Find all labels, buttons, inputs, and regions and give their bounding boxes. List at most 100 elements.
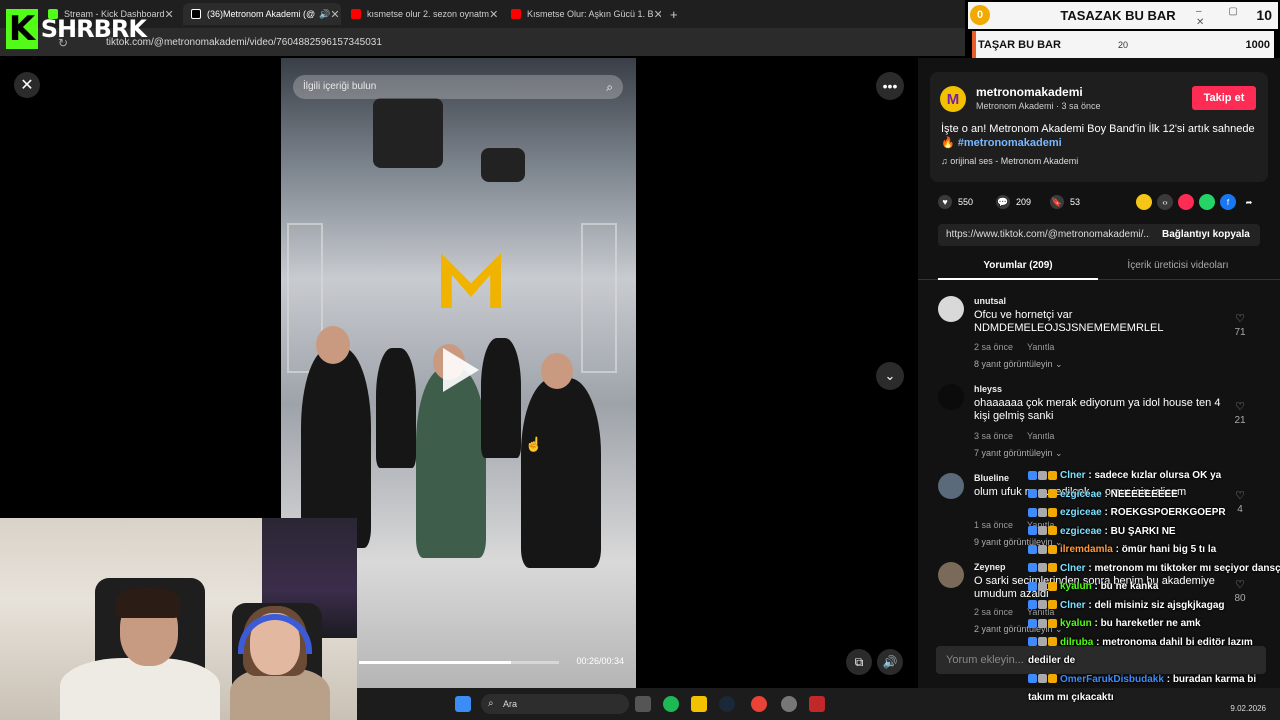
comment-like-button[interactable]: ♡ 21 [1230, 400, 1250, 426]
tab-close-icon[interactable]: ✕ [489, 8, 498, 21]
scoreboard-row: TAŞAR BU BAR 20 1000 [972, 31, 1274, 59]
chat-badges [1028, 637, 1057, 647]
chrome-icon[interactable] [751, 696, 767, 712]
like-button[interactable]: ♥ 550 [938, 195, 973, 209]
comment-user[interactable]: unutsal [974, 296, 1006, 306]
windows-start-icon[interactable] [455, 696, 471, 712]
badge-icon [1028, 526, 1037, 536]
file-explorer-icon[interactable] [691, 696, 707, 712]
embed-code-icon[interactable]: ‹› [1157, 194, 1173, 210]
pip-icon[interactable]: ⧉ [846, 649, 872, 675]
video-progress-fill [359, 661, 511, 664]
chat-message: ezgiceae : NEEEEEEEEE [1028, 489, 1178, 500]
share-send-icon[interactable] [1178, 194, 1194, 210]
copy-link-button[interactable]: Bağlantıyı kopyala [1162, 229, 1250, 240]
creator-name[interactable]: metronomakademi [976, 85, 1083, 99]
comment-time: 2 sa önce [974, 607, 1014, 617]
share-icon[interactable]: ➦ [1241, 194, 1257, 210]
comment-like-button[interactable]: ♡ 80 [1230, 578, 1250, 604]
related-search-input[interactable]: İlgili içeriği bulun ⌕ [293, 75, 623, 99]
chat-message: kyalun : bu hareketler ne amk [1028, 618, 1201, 629]
comment-button[interactable]: 💬 209 [996, 195, 1031, 209]
comment-meta: 3 sa önce Yanıtla [974, 431, 1068, 441]
obs-icon[interactable] [781, 696, 797, 712]
tab-close-icon[interactable]: ✕ [330, 8, 339, 21]
comment-input[interactable]: Yorum ekleyin... [936, 646, 1266, 674]
scoreboard-row-value: 1000 [1245, 39, 1270, 51]
scoreboard-value: 10 [1256, 7, 1272, 23]
app-icon[interactable] [809, 696, 825, 712]
chat-text: bu ne kanka [1100, 581, 1159, 592]
chat-username[interactable]: dilruba [1060, 637, 1093, 648]
chat-message: Clner : sadece kızlar olursa OK ya [1028, 470, 1221, 481]
comment-user[interactable]: Zeynep [974, 562, 1006, 572]
more-options-icon[interactable]: ••• [876, 72, 904, 100]
facebook-icon[interactable]: f [1220, 194, 1236, 210]
badge-icon [1038, 600, 1047, 610]
save-button[interactable]: 🔖 53 [1050, 195, 1080, 209]
badge-icon [1038, 674, 1047, 684]
play-icon[interactable] [443, 348, 479, 392]
chat-username[interactable]: kyalun [1060, 618, 1092, 629]
chat-username[interactable]: ezgiceae [1060, 526, 1102, 537]
comment-like-button[interactable]: ♡ 4 [1230, 489, 1250, 515]
follow-button[interactable]: Takip et [1192, 86, 1256, 110]
chat-text: ömür hani big 5 tı la [1121, 544, 1217, 555]
whatsapp-icon[interactable] [1199, 194, 1215, 210]
steam-icon[interactable] [719, 696, 735, 712]
chat-username[interactable]: kyalun [1060, 581, 1092, 592]
close-icon[interactable]: ✕ [14, 72, 40, 98]
tab-label: Kısmetse Olur: Aşkın Gücü 1. B [527, 9, 654, 19]
chat-username[interactable]: Clner [1060, 563, 1086, 574]
chat-separator: : [1093, 636, 1103, 648]
avatar[interactable] [938, 296, 964, 322]
reply-button[interactable]: Yanıtla [1027, 342, 1054, 352]
view-replies-button[interactable]: 8 yanıt görüntüleyin ⌄ [974, 359, 1063, 370]
comment-user[interactable]: hleyss [974, 384, 1002, 394]
tab-close-icon[interactable]: ✕ [654, 8, 661, 21]
view-replies-button[interactable]: 7 yanıt görüntüleyin ⌄ [974, 448, 1063, 459]
chat-username[interactable]: ezgiceae [1060, 489, 1102, 500]
hashtag-link[interactable]: #metronomakademi [958, 137, 1062, 149]
dancer [376, 348, 416, 468]
video-progress-bar[interactable] [359, 661, 559, 664]
spotify-icon[interactable] [663, 696, 679, 712]
chat-badges [1028, 581, 1057, 591]
chat-separator: : [1091, 581, 1101, 592]
heart-icon: ♥ [938, 195, 952, 209]
video-link[interactable]: https://www.tiktok.com/@metronomakademi/… [946, 229, 1150, 240]
task-view-icon[interactable] [635, 696, 651, 712]
badge-icon [1048, 470, 1057, 480]
volume-icon[interactable]: 🔊 [877, 649, 903, 675]
sound-link[interactable]: ♫ orijinal ses - Metronom Akademi [941, 156, 1078, 166]
search-icon[interactable]: ⌕ [606, 75, 613, 99]
tab-creator-videos[interactable]: İçerik üreticisi videoları [1098, 260, 1258, 271]
comment-like-button[interactable]: ♡ 71 [1230, 312, 1250, 338]
tab-youtube-kismetse-2[interactable]: Kısmetse Olur: Aşkın Gücü 1. B ✕ [503, 3, 661, 25]
url-field[interactable]: tiktok.com/@metronomakademi/video/760488… [100, 34, 960, 51]
tab-audio-icon[interactable]: 🔊 [319, 9, 330, 20]
chat-username[interactable]: Clner [1060, 600, 1086, 611]
comment-user[interactable]: Blueline [974, 473, 1009, 483]
tab-close-icon[interactable]: ✕ [165, 8, 174, 21]
chat-username[interactable]: Clner [1060, 470, 1086, 481]
avatar[interactable]: M [940, 86, 966, 112]
taskbar-search-label: Ara [503, 699, 518, 709]
chat-username[interactable]: ilremdamla [1060, 544, 1113, 555]
chat-username[interactable]: OmerFarukDisbudakk [1060, 674, 1164, 685]
reply-button[interactable]: Yanıtla [1027, 431, 1054, 441]
tab-tiktok-metronom[interactable]: (36)Metronom Akademi (@ 🔊 ✕ [183, 3, 341, 25]
chat-username[interactable]: ezgiceae [1060, 507, 1102, 518]
streamer-body [60, 658, 220, 720]
share-coin-icon[interactable] [1136, 194, 1152, 210]
next-video-icon[interactable]: ⌄ [876, 362, 904, 390]
tab-comments[interactable]: Yorumlar (209) [938, 260, 1098, 271]
avatar[interactable] [938, 384, 964, 410]
tab-youtube-kismetse-1[interactable]: kısmetse olur 2. sezon oynatm ✕ [343, 3, 501, 25]
video-time: 00:26/00:34 [576, 656, 624, 666]
taskbar-search[interactable]: ⌕ Ara [481, 694, 629, 714]
new-tab-button[interactable]: + [662, 3, 682, 25]
avatar[interactable] [938, 562, 964, 588]
comment-like-count: 80 [1234, 593, 1246, 604]
avatar[interactable] [938, 473, 964, 499]
